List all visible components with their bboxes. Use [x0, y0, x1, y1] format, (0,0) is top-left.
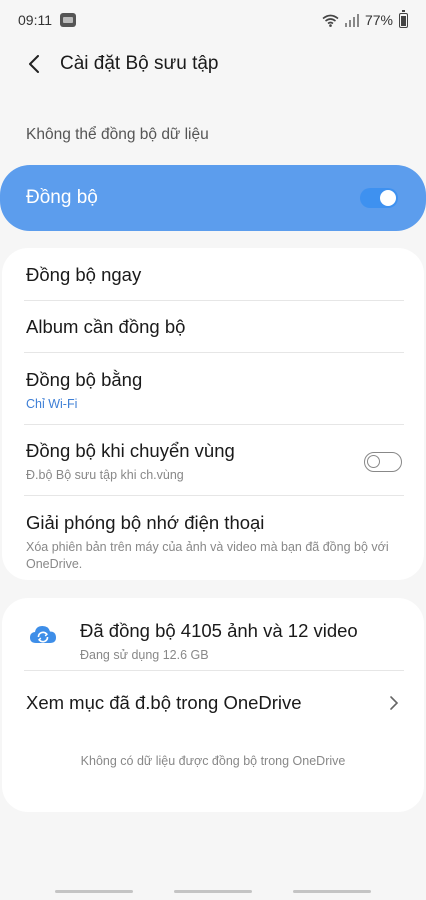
storage-usage: Đang sử dụng 12.6 GB — [80, 648, 209, 662]
option-title: Album cần đồng bộ — [26, 316, 186, 337]
nav-recent-apps[interactable] — [55, 890, 133, 893]
back-arrow-icon[interactable] — [22, 52, 46, 76]
switch-knob — [367, 455, 380, 468]
option-subtitle: Đ.bộ Bộ sưu tập khi ch.vùng — [26, 468, 184, 482]
status-bar: 09:11 77% — [0, 0, 426, 40]
battery-icon — [399, 9, 408, 28]
empty-onedrive-note: Không có dữ liệu được đồng bộ trong OneD… — [80, 754, 346, 768]
nav-back[interactable] — [293, 890, 371, 893]
gallery-notification-icon — [60, 13, 76, 27]
chevron-right-icon — [390, 696, 399, 710]
app-header: Cài đặt Bộ sưu tập — [0, 40, 426, 88]
sync-toggle-label: Đồng bộ — [26, 187, 98, 208]
sync-warning-text: Không thể đồng bộ dữ liệu — [26, 126, 209, 143]
option-title: Đồng bộ ngay — [26, 264, 142, 285]
sync-summary-text: Đã đồng bộ 4105 ảnh và 12 video Đang sử … — [80, 620, 358, 664]
option-text: Đồng bộ khi chuyển vùng Đ.bộ Bộ sưu tập … — [26, 440, 235, 484]
option-subtitle: Chỉ Wi-Fi — [26, 397, 78, 411]
navigation-bar — [0, 880, 426, 900]
option-sync-via[interactable]: Đồng bộ bằng Chỉ Wi-Fi — [26, 369, 402, 413]
divider — [24, 300, 404, 301]
status-left: 09:11 — [18, 12, 76, 28]
option-albums-to-sync[interactable]: Album cần đồng bộ — [26, 316, 402, 338]
wifi-icon — [322, 14, 339, 27]
sync-options-card: Đồng bộ ngay Album cần đồng bộ Đồng bộ b… — [2, 248, 424, 580]
sync-master-toggle-row[interactable]: Đồng bộ — [0, 165, 426, 231]
battery-percent: 77% — [364, 12, 393, 28]
roaming-sync-switch[interactable] — [364, 452, 402, 472]
nav-home[interactable] — [174, 890, 252, 893]
cloud-sync-icon — [30, 626, 56, 643]
sync-summary: Đã đồng bộ 4105 ảnh và 12 video Đang sử … — [28, 620, 358, 664]
divider — [24, 495, 404, 496]
page-title: Cài đặt Bộ sưu tập — [60, 53, 219, 74]
option-sync-now[interactable]: Đồng bộ ngay — [26, 264, 402, 286]
option-title: Giải phóng bộ nhớ điện thoại — [26, 512, 265, 533]
battery-fill — [401, 15, 406, 26]
option-subtitle: Xóa phiên bản trên máy của ảnh và video … — [26, 540, 389, 571]
divider — [24, 352, 404, 353]
view-onedrive-link[interactable]: Xem mục đã đ.bộ trong OneDrive — [26, 692, 402, 714]
status-time: 09:11 — [18, 12, 52, 28]
sync-switch[interactable] — [360, 188, 398, 208]
option-title: Đồng bộ bằng — [26, 369, 143, 390]
divider — [24, 424, 404, 425]
switch-knob — [380, 190, 396, 206]
option-free-up-storage[interactable]: Giải phóng bộ nhớ điện thoại Xóa phiên b… — [26, 512, 402, 573]
view-onedrive-label: Xem mục đã đ.bộ trong OneDrive — [26, 692, 302, 713]
signal-icon — [344, 13, 359, 27]
option-sync-roaming[interactable]: Đồng bộ khi chuyển vùng Đ.bộ Bộ sưu tập … — [26, 440, 402, 484]
synced-count: Đã đồng bộ 4105 ảnh và 12 video — [80, 620, 358, 641]
option-title: Đồng bộ khi chuyển vùng — [26, 440, 235, 461]
onedrive-stats-card: Đã đồng bộ 4105 ảnh và 12 video Đang sử … — [2, 598, 424, 812]
divider — [24, 670, 404, 671]
status-right: 77% — [322, 9, 408, 28]
